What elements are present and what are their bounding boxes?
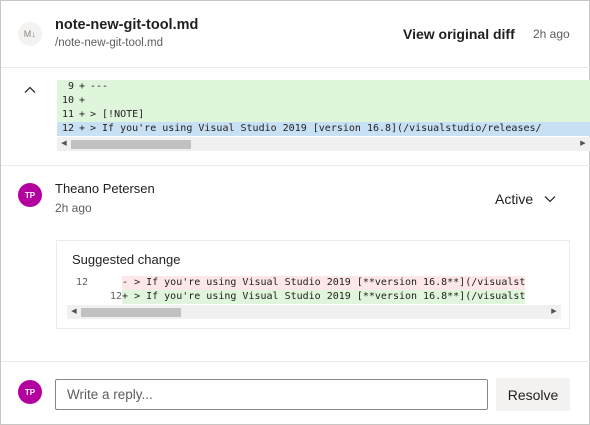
resolve-button[interactable]: Resolve xyxy=(496,378,570,411)
chevron-up-icon[interactable] xyxy=(23,83,37,97)
scroll-left-arrow-icon[interactable]: ◀ xyxy=(67,305,81,319)
diff-line: 11 + > [!NOTE] xyxy=(57,108,590,122)
line-text: > If you're using Visual Studio 2019 [ve… xyxy=(90,123,542,134)
file-path: /note-new-git-tool.md xyxy=(55,37,164,49)
suggested-change-box: Suggested change 12- > If you're using V… xyxy=(56,240,570,329)
suggested-change-title: Suggested change xyxy=(72,252,181,267)
line-marker: + xyxy=(78,81,86,92)
line-marker: + xyxy=(78,95,86,106)
comment-author[interactable]: Theano Petersen xyxy=(55,181,155,196)
divider xyxy=(1,67,590,68)
reply-input[interactable] xyxy=(55,379,488,410)
diff-line-selected: 12 + > If you're using Visual Studio 2019 … xyxy=(57,122,590,136)
status-dropdown[interactable]: Active xyxy=(495,190,557,208)
chevron-down-icon xyxy=(544,196,556,203)
divider xyxy=(1,361,590,362)
deleted-line: 12 - > If you're using Visual Studio 2019… xyxy=(67,276,561,290)
comment-thread-panel: M↓ note-new-git-tool.md /note-new-git-to… xyxy=(0,0,590,425)
markdown-file-icon: M↓ xyxy=(18,22,42,46)
scroll-left-arrow-icon[interactable]: ◀ xyxy=(57,137,71,151)
deleted-line-body: - > If you're using Visual Studio 2019 [… xyxy=(122,276,526,290)
scrollbar-thumb[interactable] xyxy=(71,140,191,149)
scroll-right-arrow-icon[interactable]: ▶ xyxy=(576,137,590,151)
line-marker: + xyxy=(78,123,86,134)
line-number: 9 xyxy=(67,81,74,92)
scroll-right-arrow-icon[interactable]: ▶ xyxy=(547,305,561,319)
view-original-diff-link[interactable]: View original diff xyxy=(403,26,515,42)
line-number: 11 xyxy=(61,109,74,120)
thread-timestamp: 2h ago xyxy=(533,27,570,41)
added-line: 12+ > If you're using Visual Studio 2019… xyxy=(67,290,561,304)
avatar: TP xyxy=(18,380,42,404)
diff-horizontal-scrollbar[interactable]: ◀ ▶ xyxy=(57,137,590,151)
line-marker: - xyxy=(122,277,129,288)
diff-line: 9 + --- xyxy=(57,80,590,94)
status-label: Active xyxy=(495,191,534,207)
avatar: TP xyxy=(18,183,42,207)
divider xyxy=(1,165,590,166)
diff-lines: 9 + --- 10 + 11 + > [!NOTE] 12 + > If you're us… xyxy=(57,80,590,136)
line-text: > [!NOTE] xyxy=(90,109,145,120)
line-text: > If you're using Visual Studio 2019 [**… xyxy=(134,277,526,288)
comment-timestamp: 2h ago xyxy=(55,201,92,215)
suggested-change-lines: 12- > If you're using Visual Studio 2019… xyxy=(67,276,561,304)
scrollbar-thumb[interactable] xyxy=(81,308,181,317)
line-marker: + xyxy=(122,291,129,302)
line-text: > If you're using Visual Studio 2019 [**… xyxy=(134,291,526,302)
line-number: 10 xyxy=(61,95,74,106)
old-line-number: 12 xyxy=(75,277,88,288)
line-number: 12 xyxy=(61,123,74,134)
line-text: --- xyxy=(90,81,109,92)
added-line-body: + > If you're using Visual Studio 2019 [… xyxy=(122,290,526,304)
file-name[interactable]: note-new-git-tool.md xyxy=(55,17,198,33)
line-marker: + xyxy=(78,109,86,120)
diff-line: 10 + xyxy=(57,94,590,108)
suggestion-horizontal-scrollbar[interactable]: ◀ ▶ xyxy=(67,305,561,319)
new-line-number: 12 xyxy=(109,291,122,302)
